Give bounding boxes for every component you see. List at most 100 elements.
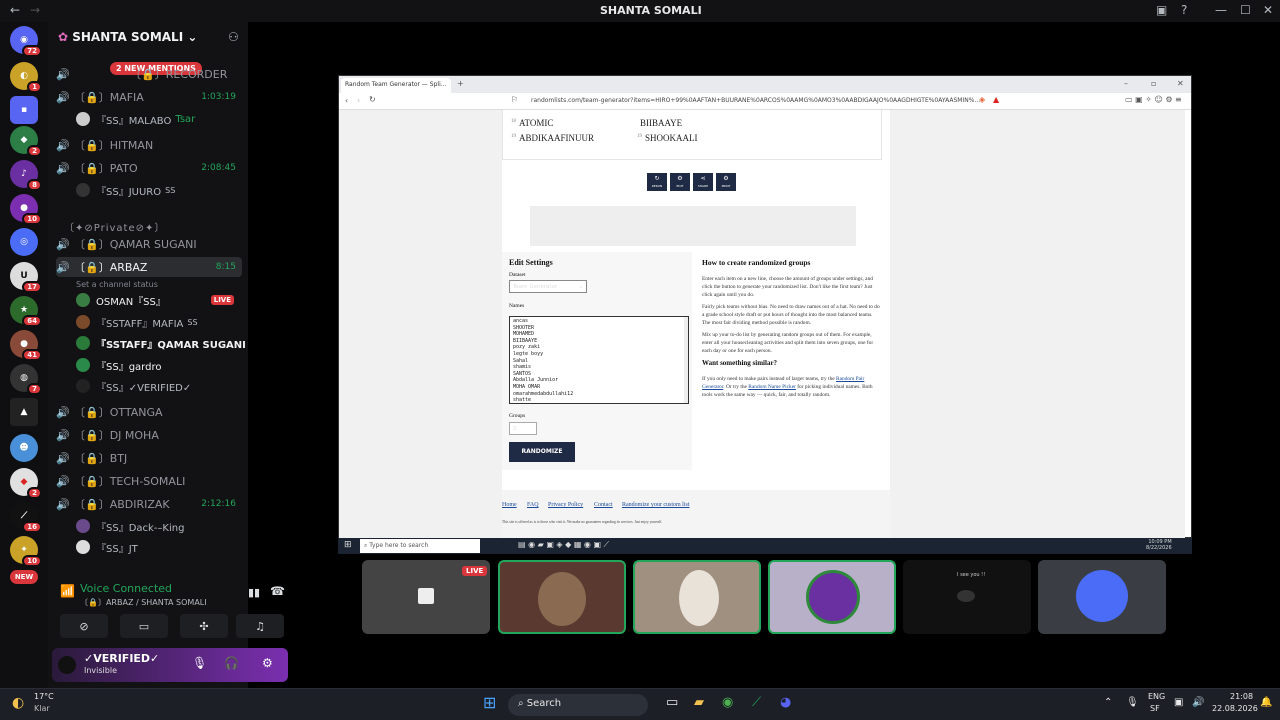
back-icon[interactable]: ‹ (345, 96, 348, 105)
app-icon[interactable]: ⟋ (752, 695, 761, 710)
groups-input[interactable]: 2 (509, 422, 537, 435)
server-icon[interactable]: ☻ (10, 434, 38, 462)
server-icon[interactable]: ✦ 10 (10, 536, 42, 567)
tray-chevron-icon[interactable]: ⌃ (1104, 697, 1112, 708)
noise-icon[interactable]: ▮▮ (248, 586, 260, 599)
server-icon[interactable]: ▲ (10, 398, 38, 426)
network-icon[interactable]: ▣ (1174, 697, 1183, 708)
voice-channel[interactable]: 🔊 〔🔒〕BTJ (56, 448, 242, 468)
share-button[interactable]: ⋖ SHARE (693, 173, 713, 191)
taskbar-search[interactable]: ⌕ Search (508, 694, 648, 716)
camera-off-button[interactable]: ⊘ (60, 614, 108, 638)
weather-temp[interactable]: 17°C (34, 692, 54, 701)
names-textarea[interactable]: ancas SHOOTER MOHAMED BIIBAAYE pozy zaki legt… (509, 316, 689, 404)
voice-user[interactable]: 『SS』JT (76, 537, 244, 557)
voice-user[interactable]: 『SS』gardro (76, 355, 244, 375)
name-picker-link[interactable]: Random Name Picker (748, 384, 796, 390)
print-button[interactable]: ⚙ PRINT (716, 173, 736, 191)
voice-channel[interactable]: 🔊 〔🔒〕HITMAN (56, 135, 242, 155)
server-icon[interactable]: ◆ 2 (10, 126, 42, 157)
server-icon[interactable]: ♪ 8 (10, 160, 42, 191)
maximize-icon[interactable]: ☐ (1240, 3, 1251, 17)
server-icon[interactable]: ★ 64 (10, 296, 42, 327)
server-icon[interactable]: ◐ 1 (10, 62, 42, 93)
participant-tile[interactable] (1038, 560, 1166, 634)
participant-tile[interactable] (498, 560, 626, 634)
stream-tile[interactable]: LIVE (362, 560, 490, 634)
mic-icon[interactable]: 🎙 (192, 656, 207, 670)
voice-user[interactable]: OSMAN『SS』 LIVE (76, 290, 244, 310)
folder-icon[interactable]: ▪ (10, 96, 38, 124)
maximize-icon[interactable]: ▫ (1151, 79, 1156, 88)
participant-tile[interactable]: I see you !! (903, 560, 1031, 634)
minimize-icon[interactable]: – (1124, 79, 1128, 88)
activities-button[interactable]: ✣ (180, 614, 228, 638)
voice-channel[interactable]: 🔊 〔🔒〕OTTANGA (56, 402, 242, 422)
new-tab-icon[interactable]: + (457, 79, 464, 88)
server-icon[interactable]: ◍ 7 (10, 364, 42, 395)
language[interactable]: ENG (1148, 692, 1165, 701)
footer-link-custom-list[interactable]: Randomize your custom list (622, 502, 690, 508)
weather-icon[interactable]: ◐ (12, 695, 24, 711)
dm-home-icon[interactable]: ◉ 72 (10, 26, 42, 57)
voice-user[interactable]: 『SS』✓VERIFIED✓ (76, 376, 244, 396)
volume-icon[interactable]: 🔊 (1192, 697, 1204, 708)
start-icon[interactable]: ⊞ (483, 693, 496, 712)
server-icon[interactable]: ● 10 (10, 194, 42, 225)
signal-icon[interactable]: 📶 (60, 584, 75, 598)
footer-link-faq[interactable]: FAQ (527, 502, 539, 508)
voice-channel[interactable]: 🔊 〔🔒〕QAMAR SUGANI (56, 234, 242, 254)
participant-tile[interactable] (768, 560, 896, 634)
screenshare-button[interactable]: ▭ (120, 614, 168, 638)
user-name[interactable]: ✓VERIFIED✓ (84, 652, 159, 665)
rerun-button[interactable]: ↻ RERUN (647, 173, 667, 191)
server-icon[interactable]: ◎ (10, 228, 38, 256)
help-icon[interactable]: ? (1181, 3, 1187, 17)
inbox-icon[interactable]: ▣ (1156, 3, 1167, 17)
voice-user[interactable]: 『SS』JUURO SS (76, 180, 244, 200)
footer-link-privacy[interactable]: Privacy Policy (548, 502, 583, 508)
forward-icon[interactable]: → (30, 3, 40, 17)
footer-link-home[interactable]: Home (502, 502, 517, 508)
reload-icon[interactable]: ↻ (369, 95, 376, 104)
windows-icon[interactable]: ⊞ (344, 540, 352, 550)
server-icon[interactable]: ● 41 (10, 330, 42, 361)
voice-channel[interactable]: 🔊 〔🔒〕RECORDER (56, 64, 242, 84)
forward-icon[interactable]: › (357, 96, 360, 105)
dataset-select[interactable]: Team Generator ⌄ (509, 280, 587, 293)
soundboard-button[interactable]: ♫ (236, 614, 284, 638)
voice-location[interactable]: 〔🔒〕ARBAZ / SHANTA SOMALI (60, 597, 296, 608)
edit-button[interactable]: ⚙ EDIT (670, 173, 690, 191)
voice-user[interactable]: 『SS』MALABO Tsar (76, 109, 244, 129)
voice-channel[interactable]: 🔊 〔🔒〕ABDIRIZAK 2:12:16 (56, 494, 242, 514)
server-icon[interactable]: ⟋ 16 (10, 502, 42, 533)
voice-channel[interactable]: 🔊 〔🔒〕TECH-SOMALI (56, 471, 242, 491)
avatar[interactable] (58, 656, 76, 674)
mic-icon[interactable]: 🎙 (1126, 697, 1139, 708)
scrollbar[interactable] (684, 317, 688, 403)
discord-icon[interactable]: ◕ (780, 695, 791, 710)
file-explorer-icon[interactable]: ▰ (694, 695, 704, 710)
disconnect-icon[interactable]: ☎ (270, 584, 285, 598)
footer-link-contact[interactable]: Contact (594, 502, 613, 508)
settings-icon[interactable]: ⚙ (262, 656, 273, 670)
chrome-icon[interactable]: ◉ (722, 695, 733, 710)
voice-user[interactable]: 『SS』Dack-–King (76, 516, 244, 536)
close-icon[interactable]: ✕ (1263, 3, 1273, 17)
warning-icon[interactable]: ▲ (993, 95, 999, 104)
notification-icon[interactable]: 🔔 (1260, 697, 1272, 708)
browser-tab[interactable]: Random Team Generator — Spli... (341, 78, 451, 93)
headphones-icon[interactable]: 🎧 (224, 656, 239, 670)
voice-user[interactable]: 『SSTAFF』QAMAR SUGANI (76, 333, 246, 353)
shared-search[interactable]: ⌕ Type here to search (360, 539, 480, 553)
add-member-icon[interactable]: ⚇ (228, 30, 239, 44)
voice-user[interactable]: 『SSTAFF』MAFIA SS (76, 312, 244, 332)
back-icon[interactable]: ← (10, 3, 20, 17)
url-field[interactable]: randomlists.com/team-generator?items=HIR… (531, 97, 980, 104)
close-icon[interactable]: ✕ (1177, 79, 1184, 88)
category-private[interactable]: 〔✦⊘Private⊘✦〕 (64, 216, 250, 236)
minimize-icon[interactable]: — (1215, 3, 1227, 17)
voice-channel[interactable]: 🔊 〔🔒〕DJ MOHA (56, 425, 242, 445)
shield-icon[interactable]: ◈ (979, 95, 985, 104)
randomize-button[interactable]: RANDOMIZE (509, 442, 575, 462)
